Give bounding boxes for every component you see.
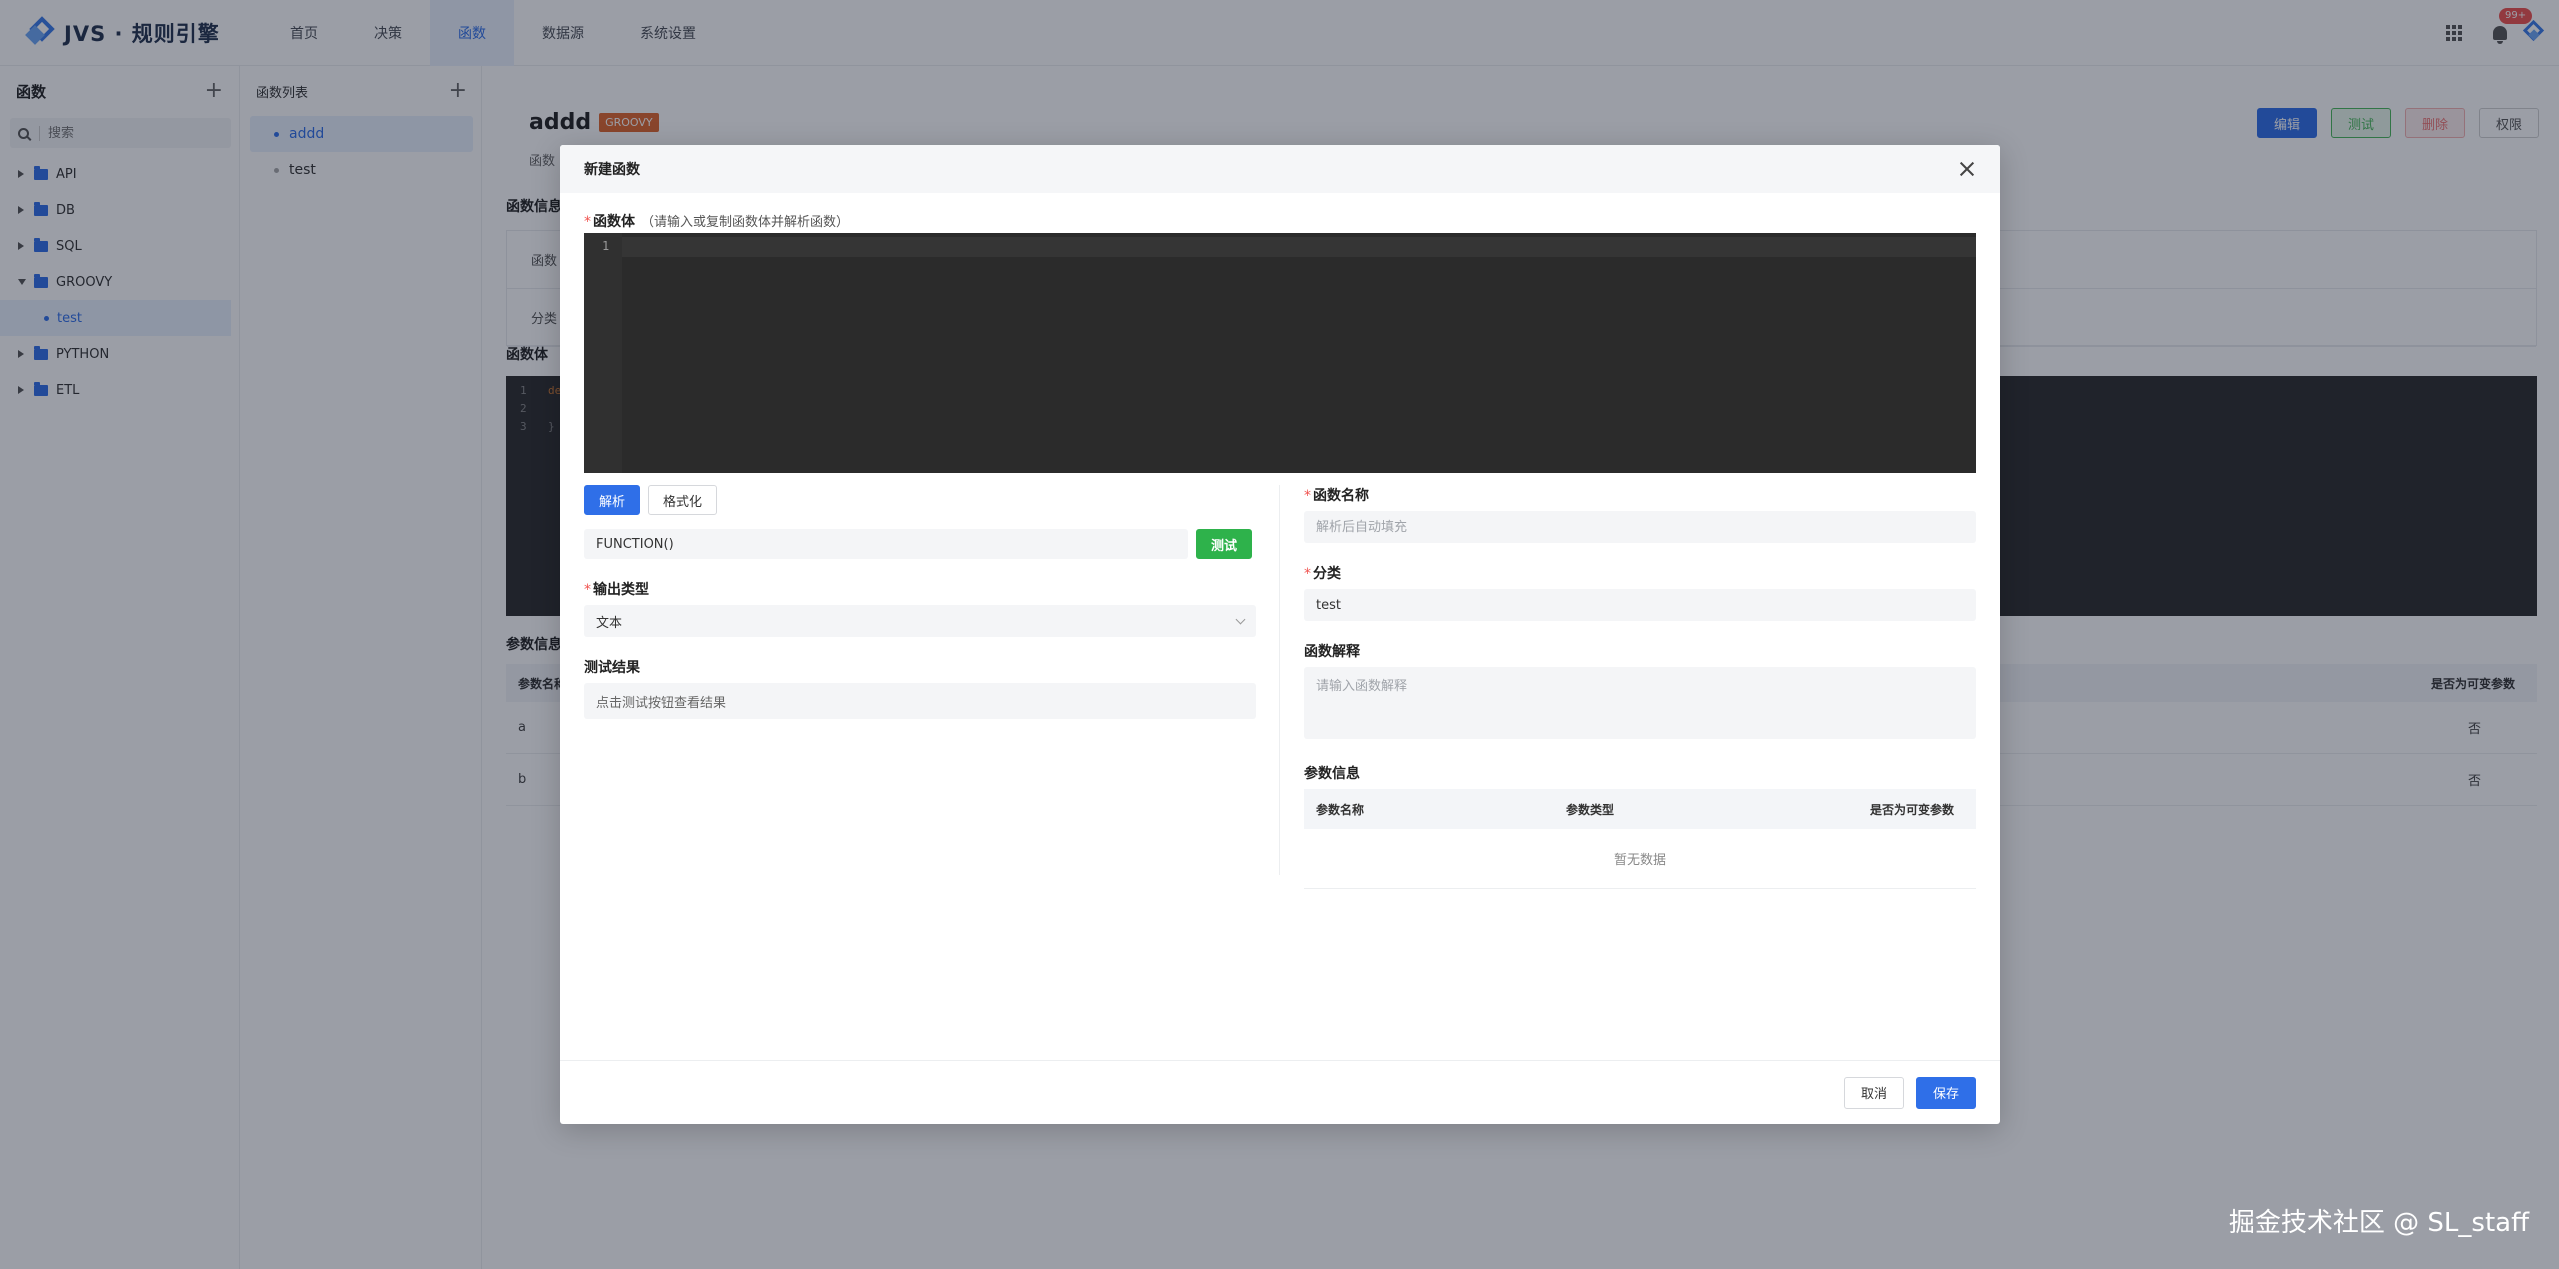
cancel-button[interactable]: 取消 — [1843, 1076, 1904, 1109]
col-param-name: 参数名称 — [1316, 802, 1365, 817]
format-button[interactable]: 格式化 — [648, 485, 718, 515]
watermark: 掘金技术社区 @ SL_staff — [2228, 1208, 2529, 1238]
dialog-left-column: 解析 格式化 测试 *输出类型 文本 测试结果 点击测试按钮查看结果 — [584, 485, 1256, 719]
output-type-select[interactable]: 文本 — [584, 605, 1256, 637]
dialog-right-column: *函数名称 *分类 函数解释 参数信息 参数名称 参数类型 是否为可变参数 暂无… — [1304, 485, 1976, 889]
dialog-footer: 取消 保存 — [560, 1060, 2000, 1124]
params-table: 参数名称 参数类型 是否为可变参数 暂无数据 — [1304, 789, 1976, 889]
line-number: 1 — [602, 239, 610, 253]
function-name-label: * 函数名称 — [1304, 488, 1369, 504]
code-editor[interactable]: 1 — [584, 233, 1976, 473]
output-type-label: * 输出类型 — [584, 582, 649, 598]
empty-state: 暂无数据 — [1304, 829, 1976, 889]
col-param-type: 参数类型 — [1566, 802, 1615, 817]
test-result-label: 测试结果 — [584, 660, 640, 676]
chevron-down-icon — [1235, 614, 1246, 624]
col-param-variable: 是否为可变参数 — [1869, 802, 1954, 817]
description-textarea[interactable] — [1304, 667, 1976, 739]
params-label: 参数信息 — [1304, 766, 1360, 782]
category-label: * 分类 — [1304, 566, 1341, 582]
run-test-button[interactable]: 测试 — [1196, 529, 1253, 559]
test-result-box: 点击测试按钮查看结果 — [584, 683, 1256, 719]
category-input[interactable] — [1304, 589, 1976, 621]
function-body-hint: （请输入或复制函数体并解析函数） — [641, 215, 850, 230]
output-type-value: 文本 — [596, 615, 623, 631]
save-button[interactable]: 保存 — [1915, 1076, 1976, 1109]
signature-input[interactable] — [584, 529, 1188, 559]
description-label: 函数解释 — [1304, 644, 1360, 660]
dialog-title: 新建函数 — [584, 162, 640, 178]
close-icon[interactable] — [1958, 160, 1976, 178]
column-divider — [1279, 485, 1280, 875]
function-body-label: * 函数体 （请输入或复制函数体并解析函数） — [584, 214, 850, 230]
function-name-input[interactable] — [1304, 511, 1976, 543]
parse-button[interactable]: 解析 — [584, 485, 641, 515]
new-function-dialog: 新建函数 *函数体（请输入或复制函数体并解析函数） 1 解析 格式化 测试 *输… — [560, 145, 2000, 1124]
